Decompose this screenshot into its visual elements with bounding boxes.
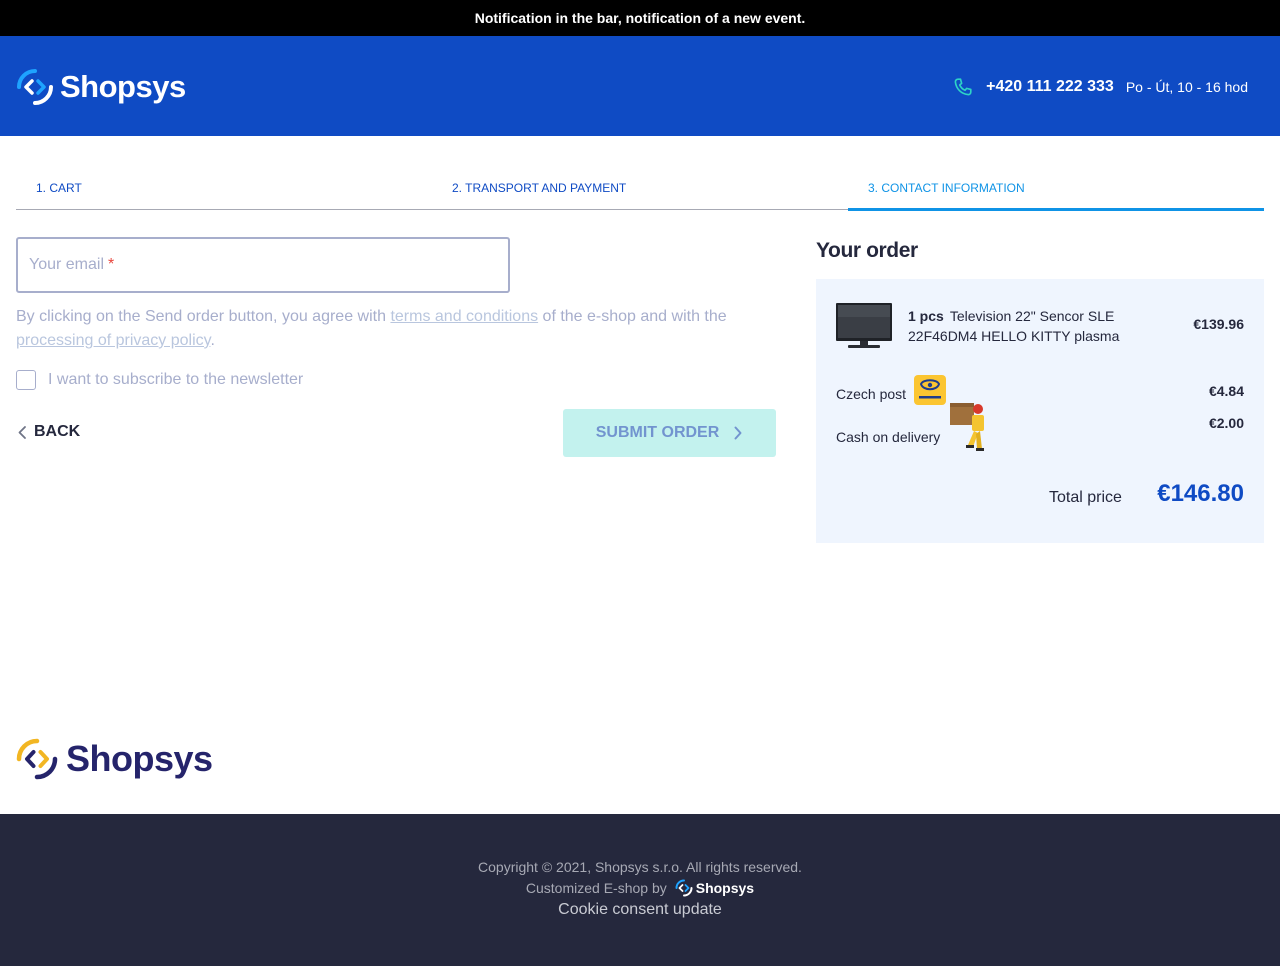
transport-name: Czech post bbox=[836, 386, 907, 402]
czech-post-icon bbox=[914, 375, 947, 405]
chevron-left-icon bbox=[18, 426, 26, 439]
shopsys-logo-icon bbox=[17, 69, 53, 105]
submit-order-button[interactable]: SUBMIT ORDER bbox=[563, 409, 776, 457]
footer-logo-text: Shopsys bbox=[66, 738, 213, 779]
footer-logo[interactable]: Shopsys bbox=[16, 738, 213, 780]
phone-number[interactable]: +420 111 222 333 bbox=[986, 78, 1114, 96]
agreement-text: By clicking on the Send order button, yo… bbox=[16, 308, 727, 349]
customized-by-text: Customized E-shop by bbox=[525, 880, 667, 896]
checkout-steps: 1. CART 2. TRANSPORT AND PAYMENT 3. CONT… bbox=[16, 174, 1264, 211]
step-transport-payment[interactable]: 2. TRANSPORT AND PAYMENT bbox=[432, 174, 848, 209]
newsletter-option[interactable]: I want to subscribe to the newsletter bbox=[16, 370, 303, 390]
transport-row: Czech post bbox=[836, 375, 947, 405]
payment-name: Cash on delivery bbox=[836, 429, 941, 445]
courier-icon bbox=[950, 403, 985, 451]
privacy-link[interactable]: processing of privacy policy bbox=[16, 332, 210, 349]
product-quantity: 1 pcs bbox=[908, 308, 944, 324]
customized-by: Customized E-shop by Shopsys bbox=[0, 879, 1280, 897]
notification-bar: Notification in the bar, notification of… bbox=[0, 0, 1280, 36]
cookie-consent-link[interactable]: Cookie consent update bbox=[0, 901, 1280, 919]
email-field-wrapper: Your email * bbox=[16, 237, 519, 293]
order-title: Your order bbox=[816, 239, 918, 262]
header-logo[interactable]: Shopsys bbox=[16, 68, 186, 106]
opening-hours: Po - Út, 10 - 16 hod bbox=[1125, 79, 1248, 95]
shopsys-logo-icon bbox=[16, 738, 58, 780]
newsletter-checkbox[interactable] bbox=[16, 370, 36, 390]
newsletter-label: I want to subscribe to the newsletter bbox=[48, 371, 304, 388]
payment-price: €2.00 bbox=[1208, 415, 1244, 431]
product-description: 1 pcs Television 22" Sencor SLE 22F46DM4 … bbox=[908, 306, 1148, 346]
transport-price: €4.84 bbox=[1208, 383, 1244, 399]
customized-by-logo[interactable]: Shopsys bbox=[675, 879, 754, 897]
payment-row: Cash on delivery bbox=[836, 403, 986, 453]
step-cart[interactable]: 1. CART bbox=[16, 174, 432, 209]
site-footer: Copyright © 2021, Shopsys s.r.o. All rig… bbox=[0, 814, 1280, 966]
phone-icon bbox=[954, 78, 972, 96]
logo-text: Shopsys bbox=[60, 69, 186, 104]
order-summary: 1 pcs Television 22" Sencor SLE 22F46DM4 … bbox=[816, 279, 1264, 543]
chevron-right-icon bbox=[734, 426, 742, 440]
television-product-image bbox=[836, 303, 892, 348]
total-price-label: Total price bbox=[1049, 489, 1122, 506]
header-contact: +420 111 222 333 Po - Út, 10 - 16 hod bbox=[952, 76, 1248, 98]
notification-text: Notification in the bar, notification of… bbox=[474, 10, 806, 26]
site-header: Shopsys +420 111 222 333 Po - Út, 10 - 1… bbox=[0, 36, 1280, 136]
step-contact-information[interactable]: 3. CONTACT INFORMATION bbox=[848, 174, 1264, 211]
total-price-value: €146.80 bbox=[1157, 480, 1244, 507]
copyright-text: Copyright © 2021, Shopsys s.r.o. All rig… bbox=[478, 859, 802, 875]
terms-link[interactable]: terms and conditions bbox=[390, 308, 538, 325]
product-price: €139.96 bbox=[1193, 316, 1244, 332]
shopsys-logo-icon bbox=[675, 879, 693, 897]
back-button[interactable]: BACK bbox=[16, 423, 80, 441]
email-input[interactable] bbox=[29, 239, 519, 291]
